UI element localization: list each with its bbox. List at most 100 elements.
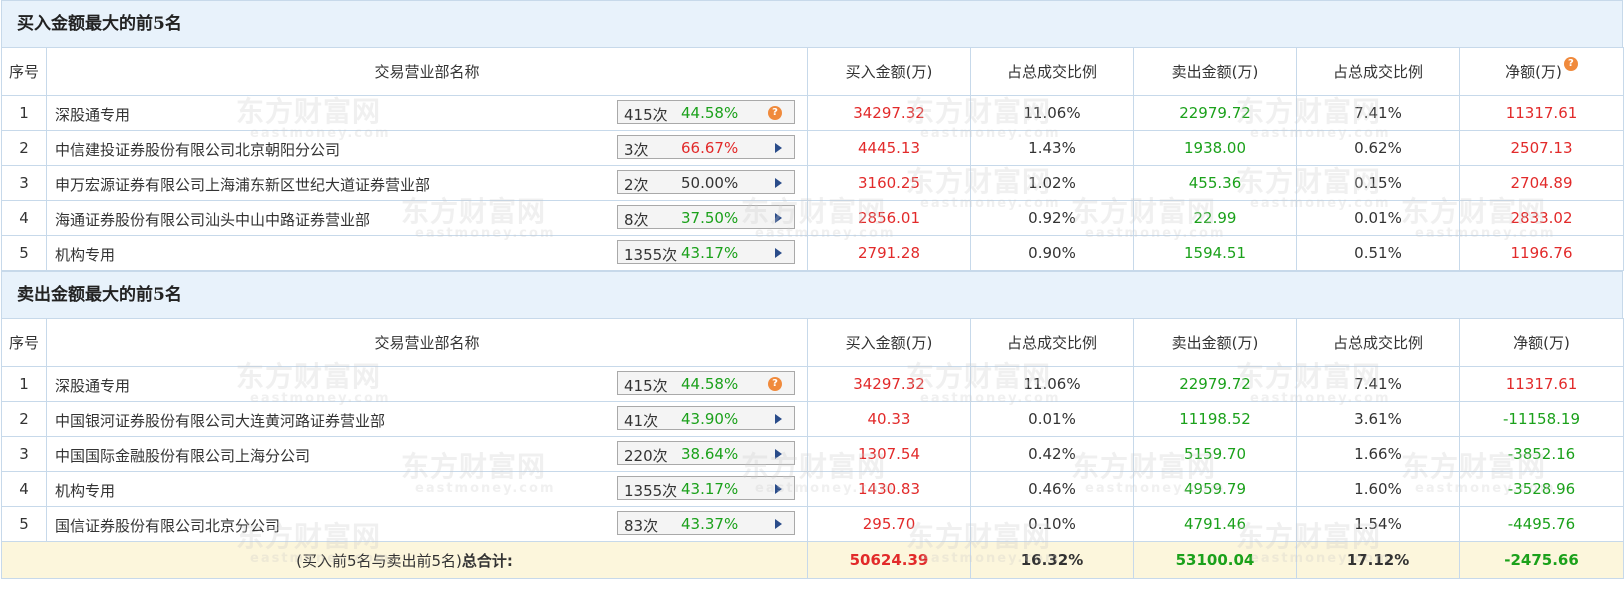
arrow-right-icon[interactable] bbox=[775, 519, 782, 529]
history-badge[interactable]: 1355次 43.17% bbox=[617, 476, 795, 500]
history-badge[interactable]: 415次 44.58%? bbox=[617, 371, 795, 395]
arrow-right-icon[interactable] bbox=[775, 143, 782, 153]
net-header-label: 净额(万) bbox=[1505, 63, 1562, 81]
row-sell: 4959.79 bbox=[1133, 471, 1297, 507]
row-sell: 22.99 bbox=[1133, 200, 1297, 236]
total-buy-pct: 16.32% bbox=[970, 541, 1134, 579]
success-rate: 43.37% bbox=[681, 515, 739, 533]
col-header-buy: 买入金额(万) bbox=[807, 318, 971, 367]
table-row: 4 机构专用 1355次 43.17% 1430.83 0.46% 4959.79 1.60%… bbox=[1, 471, 1624, 507]
history-badge[interactable]: 2次 50.00% bbox=[617, 170, 795, 194]
table-header-row: 序号 交易营业部名称 买入金额(万) 占总成交比例 卖出金额(万) 占总成交比例… bbox=[1, 47, 1624, 96]
col-header-net: 净额(万) bbox=[1459, 318, 1624, 367]
row-net: 2704.89 bbox=[1459, 165, 1624, 201]
appearance-count: 415次 bbox=[624, 377, 668, 395]
branch-name-link[interactable]: 中信建投证券股份有限公司北京朝阳分公司 bbox=[55, 139, 340, 160]
total-sell: 53100.04 bbox=[1133, 541, 1297, 579]
success-rate: 43.17% bbox=[681, 480, 739, 498]
row-buy-pct: 11.06% bbox=[970, 366, 1134, 402]
row-net: 11317.61 bbox=[1459, 366, 1624, 402]
row-sell-pct: 1.54% bbox=[1296, 506, 1460, 542]
row-seq: 5 bbox=[1, 235, 47, 271]
row-sell-pct: 1.60% bbox=[1296, 471, 1460, 507]
history-badge[interactable]: 3次 66.67% bbox=[617, 135, 795, 159]
row-net: 1196.76 bbox=[1459, 235, 1624, 271]
row-name-cell: 海通证券股份有限公司汕头中山中路证券营业部 8次 37.50% bbox=[46, 200, 808, 236]
row-net: -3528.96 bbox=[1459, 471, 1624, 507]
branch-name-link[interactable]: 深股通专用 bbox=[55, 375, 130, 396]
col-header-buy-pct: 占总成交比例 bbox=[970, 47, 1134, 96]
arrow-right-icon[interactable] bbox=[775, 248, 782, 258]
branch-name-link[interactable]: 中国银河证券股份有限公司大连黄河路证券营业部 bbox=[55, 410, 385, 431]
row-sell: 1938.00 bbox=[1133, 130, 1297, 166]
history-badge[interactable]: 8次 37.50% bbox=[617, 205, 795, 229]
row-name-cell: 中国国际金融股份有限公司上海分公司 220次 38.64% bbox=[46, 436, 808, 472]
history-badge[interactable]: 1355次 43.17% bbox=[617, 240, 795, 264]
row-sell-pct: 0.15% bbox=[1296, 165, 1460, 201]
row-buy-pct: 11.06% bbox=[970, 95, 1134, 131]
table-row: 5 机构专用 1355次 43.17% 2791.28 0.90% 1594.51 0.51%… bbox=[1, 235, 1624, 271]
branch-name-link[interactable]: 机构专用 bbox=[55, 480, 115, 501]
row-sell-pct: 3.61% bbox=[1296, 401, 1460, 437]
row-buy: 4445.13 bbox=[807, 130, 971, 166]
branch-name-link[interactable]: 深股通专用 bbox=[55, 104, 130, 125]
table-row: 1 深股通专用 415次 44.58%? 34297.32 11.06% 22979.72 7… bbox=[1, 95, 1624, 131]
arrow-right-icon[interactable] bbox=[775, 484, 782, 494]
row-buy: 295.70 bbox=[807, 506, 971, 542]
question-icon[interactable]: ? bbox=[768, 106, 782, 120]
appearance-count: 8次 bbox=[624, 211, 649, 229]
arrow-right-icon[interactable] bbox=[775, 449, 782, 459]
history-badge[interactable]: 41次 43.90% bbox=[617, 406, 795, 430]
history-badge[interactable]: 83次 43.37% bbox=[617, 511, 795, 535]
appearance-count: 3次 bbox=[624, 141, 649, 159]
row-sell: 22979.72 bbox=[1133, 95, 1297, 131]
appearance-count: 415次 bbox=[624, 106, 668, 124]
history-badge[interactable]: 415次 44.58%? bbox=[617, 100, 795, 124]
row-net: 2833.02 bbox=[1459, 200, 1624, 236]
row-name-cell: 中国银河证券股份有限公司大连黄河路证券营业部 41次 43.90% bbox=[46, 401, 808, 437]
row-name-cell: 中信建投证券股份有限公司北京朝阳分公司 3次 66.67% bbox=[46, 130, 808, 166]
row-name-cell: 机构专用 1355次 43.17% bbox=[46, 235, 808, 271]
total-buy: 50624.39 bbox=[807, 541, 971, 579]
row-name-cell: 深股通专用 415次 44.58%? bbox=[46, 95, 808, 131]
row-name-cell: 申万宏源证券有限公司上海浦东新区世纪大道证券营业部 2次 50.00% bbox=[46, 165, 808, 201]
col-header-sell: 卖出金额(万) bbox=[1133, 47, 1297, 96]
row-sell: 11198.52 bbox=[1133, 401, 1297, 437]
row-sell: 1594.51 bbox=[1133, 235, 1297, 271]
appearance-count: 41次 bbox=[624, 412, 659, 430]
row-seq: 3 bbox=[1, 436, 47, 472]
row-seq: 2 bbox=[1, 401, 47, 437]
total-net: -2475.66 bbox=[1459, 541, 1624, 579]
table-row: 5 国信证券股份有限公司北京分公司 83次 43.37% 295.70 0.10% 4791… bbox=[1, 506, 1624, 542]
page: 买入金额最大的前5名 序号 交易营业部名称 买入金额(万) 占总成交比例 卖出金… bbox=[1, 0, 1624, 579]
arrow-right-icon[interactable] bbox=[775, 414, 782, 424]
row-name-cell: 机构专用 1355次 43.17% bbox=[46, 471, 808, 507]
row-net: 2507.13 bbox=[1459, 130, 1624, 166]
buy-table-body: 1 深股通专用 415次 44.58%? 34297.32 11.06% 22979.72 7… bbox=[1, 95, 1624, 271]
branch-name-link[interactable]: 中国国际金融股份有限公司上海分公司 bbox=[55, 445, 310, 466]
question-icon[interactable]: ? bbox=[1563, 57, 1578, 71]
branch-name-link[interactable]: 机构专用 bbox=[55, 244, 115, 265]
arrow-right-icon[interactable] bbox=[775, 178, 782, 188]
row-buy-pct: 0.92% bbox=[970, 200, 1134, 236]
row-sell: 22979.72 bbox=[1133, 366, 1297, 402]
sell-top5-table: 序号 交易营业部名称 买入金额(万) 占总成交比例 卖出金额(万) 占总成交比例… bbox=[1, 318, 1624, 579]
branch-name-link[interactable]: 申万宏源证券有限公司上海浦东新区世纪大道证券营业部 bbox=[55, 174, 430, 195]
row-buy-pct: 0.01% bbox=[970, 401, 1134, 437]
sell-section-title: 卖出金额最大的前5名 bbox=[1, 271, 1623, 318]
table-row: 1 深股通专用 415次 44.58%? 34297.32 11.06% 22979.72 7… bbox=[1, 366, 1624, 402]
col-header-sell: 卖出金额(万) bbox=[1133, 318, 1297, 367]
row-buy-pct: 0.90% bbox=[970, 235, 1134, 271]
appearance-count: 1355次 bbox=[624, 246, 678, 264]
buy-top5-table: 序号 交易营业部名称 买入金额(万) 占总成交比例 卖出金额(万) 占总成交比例… bbox=[1, 47, 1624, 271]
question-icon[interactable]: ? bbox=[768, 377, 782, 391]
row-sell-pct: 7.41% bbox=[1296, 366, 1460, 402]
arrow-right-icon[interactable] bbox=[775, 213, 782, 223]
history-badge[interactable]: 220次 38.64% bbox=[617, 441, 795, 465]
row-buy-pct: 1.02% bbox=[970, 165, 1134, 201]
row-sell-pct: 0.62% bbox=[1296, 130, 1460, 166]
appearance-count: 2次 bbox=[624, 176, 649, 194]
branch-name-link[interactable]: 海通证券股份有限公司汕头中山中路证券营业部 bbox=[55, 209, 370, 230]
total-label-prefix: (买入前5名与卖出前5名) bbox=[296, 551, 462, 570]
branch-name-link[interactable]: 国信证券股份有限公司北京分公司 bbox=[55, 515, 280, 536]
